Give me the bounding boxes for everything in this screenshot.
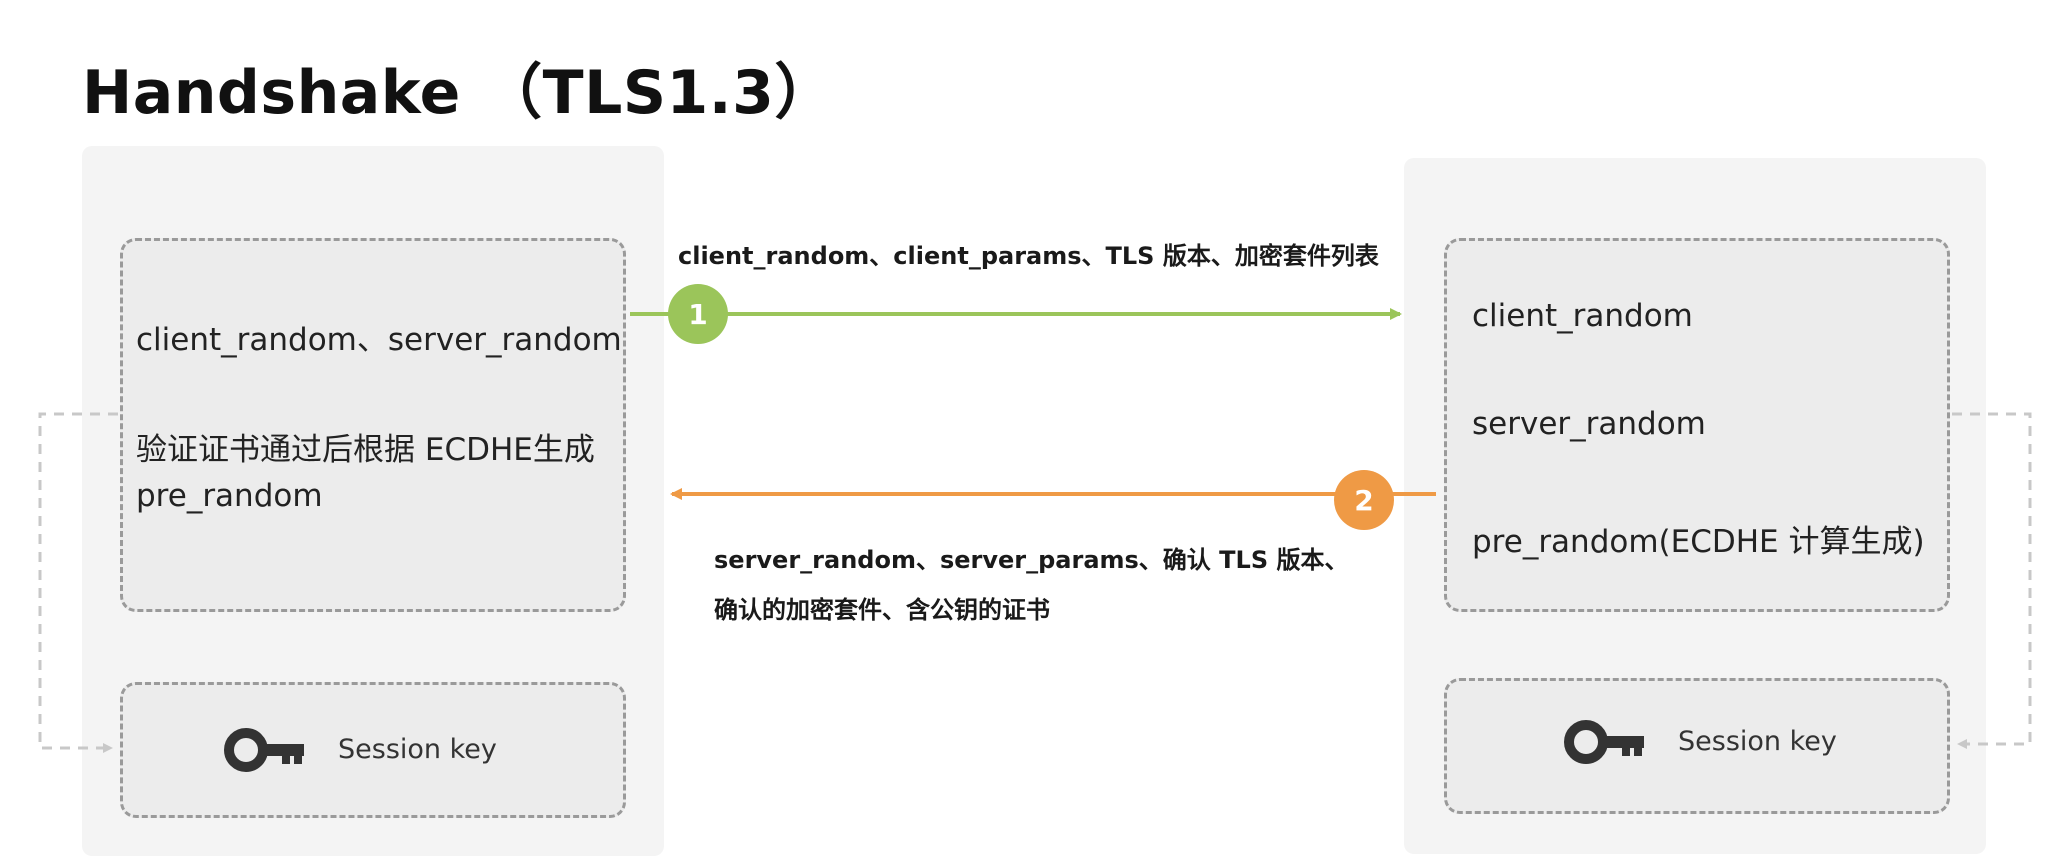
server-session-connector [1952, 412, 2032, 749]
server-line-3: pre_random(ECDHE 计算生成) [1472, 524, 1925, 560]
key-icon [224, 728, 304, 772]
message-1-label: client_random、client_params、TLS 版本、加密套件列… [678, 242, 1379, 270]
client-session-key-label: Session key [338, 734, 497, 765]
message-2-label-line-2: 确认的加密套件、含公钥的证书 [714, 596, 1050, 624]
step-1-badge: 1 [668, 284, 728, 344]
client-line-2: 验证证书通过后根据 ECDHE生成 [136, 432, 595, 468]
client-session-connector [38, 412, 118, 753]
step-2-badge: 2 [1334, 470, 1394, 530]
key-icon [1564, 720, 1644, 764]
server-line-2: server_random [1472, 406, 1706, 442]
client-line-1: client_random、server_random [136, 322, 622, 358]
message-2-label-line-1: server_random、server_params、确认 TLS 版本、 [714, 546, 1349, 574]
client-line-3: pre_random [136, 478, 323, 514]
server-session-key-label: Session key [1678, 726, 1837, 757]
server-line-1: client_random [1472, 298, 1693, 334]
